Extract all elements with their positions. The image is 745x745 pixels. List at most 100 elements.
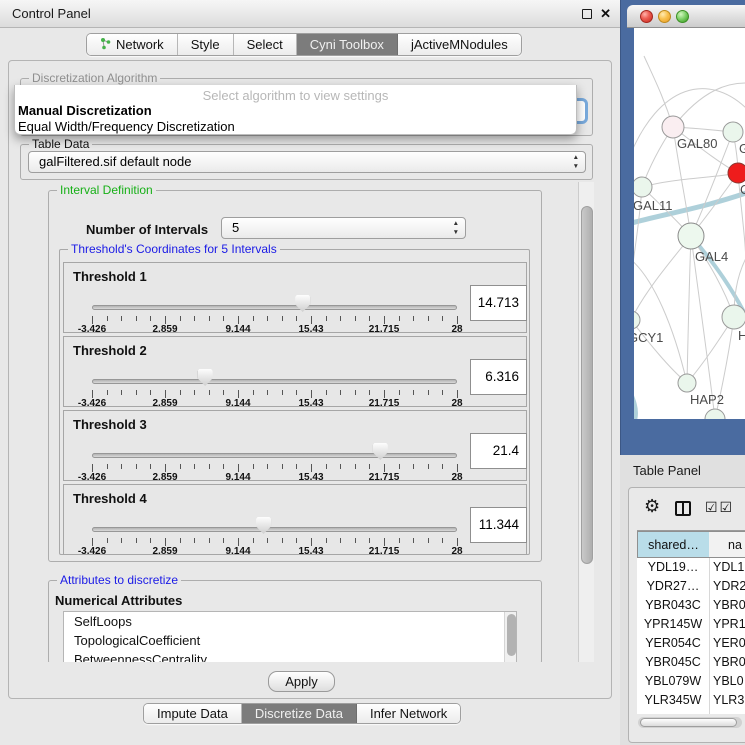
slider-tick xyxy=(267,464,268,469)
vertical-scrollbar[interactable] xyxy=(578,182,594,662)
network-canvas[interactable]: GAL80GACGAL11GAL4HGCY1HAP2 xyxy=(634,28,745,419)
close-icon[interactable]: ✕ xyxy=(600,0,611,28)
float-window-icon[interactable] xyxy=(582,9,592,19)
cell-name: YBR0 xyxy=(713,653,745,672)
column-divider xyxy=(709,558,710,714)
slider-tick xyxy=(296,316,297,321)
numerical-attributes-list[interactable]: SelfLoopsTopologicalCoefficientBetweenne… xyxy=(63,611,517,662)
tab-impute-data[interactable]: Impute Data xyxy=(144,704,242,723)
table-data-combobox[interactable]: galFiltered.sif default node ▲▼ xyxy=(28,151,586,173)
attribute-item-selfloops[interactable]: SelfLoops xyxy=(64,612,516,631)
table-row[interactable]: YIL052CYIL0 xyxy=(637,710,745,714)
slider-tick xyxy=(194,538,195,543)
scrollbar-thumb[interactable] xyxy=(581,206,593,564)
columns-icon[interactable] xyxy=(675,501,691,516)
scrollbar-thumb[interactable] xyxy=(640,718,737,727)
node-label: HAP2 xyxy=(690,392,724,407)
tick-label: 15.43 xyxy=(298,324,323,335)
slider-tick xyxy=(384,538,385,546)
slider-tick xyxy=(399,390,400,395)
tick-label: 28 xyxy=(451,398,462,409)
mac-zoom-traffic-light[interactable] xyxy=(676,10,689,23)
network-node-ga[interactable] xyxy=(723,122,743,142)
tab-select[interactable]: Select xyxy=(234,34,297,55)
cell-shared-name: YER054C xyxy=(637,634,709,653)
network-node-h[interactable] xyxy=(722,305,745,329)
tab-style[interactable]: Style xyxy=(178,34,234,55)
tab-cyni-toolbox[interactable]: Cyni Toolbox xyxy=(297,34,398,55)
slider-track[interactable] xyxy=(92,527,457,532)
slider-tick xyxy=(209,316,210,321)
table-row[interactable]: YDR27…YDR2 xyxy=(637,577,745,596)
network-node-gal4[interactable] xyxy=(678,223,704,249)
slider-tick xyxy=(238,464,239,472)
slider-tick xyxy=(384,390,385,398)
tick-label: 2.859 xyxy=(152,398,177,409)
table-row[interactable]: YDL19…YDL1 xyxy=(637,558,745,577)
network-node-hap2[interactable] xyxy=(678,374,696,392)
group-title: Table Data xyxy=(29,137,92,151)
table-row[interactable]: YLR345WYLR3 xyxy=(637,691,745,710)
tick-label: -3.426 xyxy=(78,472,106,483)
network-node[interactable] xyxy=(705,409,725,419)
threshold-value-field[interactable]: 6.316 xyxy=(470,359,527,395)
threshold-value-field[interactable]: 11.344 xyxy=(470,507,527,543)
table-row[interactable]: YBR043CYBR0 xyxy=(637,596,745,615)
slider-tick xyxy=(457,464,458,472)
network-node-gcy1[interactable] xyxy=(634,311,640,329)
gear-icon[interactable]: ⚙ xyxy=(644,497,660,515)
tick-label: 15.43 xyxy=(298,472,323,483)
slider-tick xyxy=(413,538,414,543)
dropdown-item-equal-width-frequency[interactable]: Equal Width/Frequency Discretization xyxy=(18,119,235,134)
slider-tick xyxy=(92,464,93,472)
checkbox-icons[interactable]: ☑☑ xyxy=(705,499,734,516)
scrollbar-thumb[interactable] xyxy=(507,614,516,656)
network-node-c[interactable] xyxy=(728,163,745,183)
slider-tick xyxy=(457,316,458,324)
network-node-gal80[interactable] xyxy=(662,116,684,138)
slider-track[interactable] xyxy=(92,305,457,310)
attribute-item-betweennesscentrality[interactable]: BetweennessCentrality xyxy=(64,650,516,662)
number-of-intervals-label: Number of Intervals xyxy=(86,222,208,237)
threshold-value-field[interactable]: 21.4 xyxy=(470,433,527,469)
tab-infer-network[interactable]: Infer Network xyxy=(357,704,460,723)
slider-tick xyxy=(180,390,181,395)
tick-label: 21.715 xyxy=(369,398,400,409)
horizontal-scrollbar[interactable] xyxy=(638,717,742,728)
network-window-titlebar[interactable] xyxy=(627,5,745,28)
attribute-item-topologicalcoefficient[interactable]: TopologicalCoefficient xyxy=(64,631,516,650)
column-header-name[interactable]: na xyxy=(709,531,745,558)
slider-track[interactable] xyxy=(92,379,457,384)
slider-tick xyxy=(442,538,443,543)
slider-tick xyxy=(282,538,283,543)
tab-discretize-data[interactable]: Discretize Data xyxy=(242,704,357,723)
tick-label: 15.43 xyxy=(298,398,323,409)
mac-minimize-traffic-light[interactable] xyxy=(658,10,671,23)
table-row[interactable]: YBR045CYBR0 xyxy=(637,653,745,672)
tab-network[interactable]: Network xyxy=(87,34,178,55)
slider-track[interactable] xyxy=(92,453,457,458)
node-table[interactable]: shared… na YDL19…YDL1YDR27…YDR2YBR043CYB… xyxy=(637,530,745,714)
threshold-value-field[interactable]: 14.713 xyxy=(470,285,527,321)
slider-tick xyxy=(369,316,370,321)
slider-tick xyxy=(428,390,429,395)
tab-jactivemnodules[interactable]: jActiveMNodules xyxy=(398,34,521,55)
tick-label: 2.859 xyxy=(152,546,177,557)
table-row[interactable]: YER054CYER0 xyxy=(637,634,745,653)
number-of-intervals-combobox[interactable]: 5 ▲▼ xyxy=(221,217,466,239)
dropdown-item-manual-discretization[interactable]: Manual Discretization xyxy=(18,103,152,118)
combobox-value: galFiltered.sif default node xyxy=(39,152,191,172)
mac-close-traffic-light[interactable] xyxy=(640,10,653,23)
network-node-gal11[interactable] xyxy=(634,177,652,197)
cell-name: YDL1 xyxy=(713,558,744,577)
table-row[interactable]: YPR145WYPR1 xyxy=(637,615,745,634)
tick-label: 2.859 xyxy=(152,324,177,335)
node-label: GAL4 xyxy=(695,249,728,264)
table-row[interactable]: YBL079WYBL0 xyxy=(637,672,745,691)
threshold-panel-3: Threshold 3-3.4262.8599.14415.4321.71528… xyxy=(63,410,527,481)
node-label: GAL80 xyxy=(677,136,717,151)
list-scrollbar[interactable] xyxy=(504,612,516,662)
group-title: Attributes to discretize xyxy=(57,573,181,587)
column-header-shared[interactable]: shared… xyxy=(637,531,710,558)
apply-button[interactable]: Apply xyxy=(268,671,335,692)
